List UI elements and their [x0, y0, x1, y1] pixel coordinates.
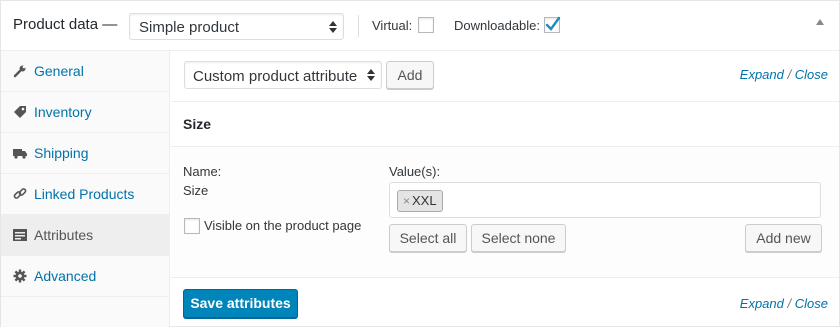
value-chip: × XXL — [397, 190, 443, 212]
value-chip-label: XXL — [412, 193, 437, 208]
visible-on-page-label: Visible on the product page — [204, 218, 362, 233]
tab-inventory-label: Inventory — [34, 104, 92, 120]
tab-attributes-label: Attributes — [34, 227, 94, 243]
panel-title: Product data — — [13, 16, 118, 33]
tab-general-label: General — [34, 63, 84, 79]
checkmark-icon — [545, 16, 561, 31]
add-new-value-button[interactable]: Add new — [745, 224, 822, 252]
attribute-footer: Save attributes Expand / Close — [171, 278, 839, 327]
name-value: Size — [183, 183, 209, 198]
virtual-checkbox[interactable] — [418, 17, 434, 33]
select-arrows-icon — [367, 69, 375, 81]
tab-attributes[interactable]: Attributes — [1, 215, 170, 256]
link-separator: / — [787, 296, 792, 311]
tab-linked-products[interactable]: Linked Products — [1, 174, 170, 215]
close-all-link[interactable]: Close — [795, 67, 828, 82]
add-attribute-button[interactable]: Add — [386, 61, 434, 89]
attribute-toolbar: Custom product attribute Add Expand / Cl… — [171, 51, 839, 102]
product-type-value: Simple product — [139, 19, 240, 36]
tab-general[interactable]: General — [1, 51, 170, 92]
tab-linked-products-label: Linked Products — [34, 186, 135, 202]
tag-icon — [14, 106, 26, 118]
expand-close-links-bottom: Expand / Close — [740, 296, 828, 311]
product-data-tabs: General Inventory Shipping Linked Produc… — [1, 51, 170, 327]
save-attributes-button[interactable]: Save attributes — [183, 289, 298, 318]
tab-advanced[interactable]: Advanced — [1, 256, 170, 297]
attribute-body: Name: Size Visible on the product page V… — [171, 147, 839, 278]
expand-close-links-top: Expand / Close — [740, 67, 828, 82]
attribute-header[interactable]: Size — [171, 102, 839, 147]
tab-advanced-label: Advanced — [34, 268, 97, 284]
product-data-panel: Product data — Simple product Virtual: D… — [0, 0, 840, 327]
link-separator: / — [787, 67, 792, 82]
attribute-taxonomy-value: Custom product attribute — [193, 68, 358, 85]
header-divider — [358, 15, 359, 37]
expand-all-link[interactable]: Expand — [740, 67, 784, 82]
select-arrows-icon — [329, 20, 337, 33]
visible-on-page-checkbox[interactable] — [184, 218, 200, 234]
name-label: Name: — [183, 164, 222, 179]
product-type-select[interactable]: Simple product — [129, 13, 344, 40]
panel-header: Product data — Simple product Virtual: D… — [1, 1, 839, 51]
select-all-button[interactable]: Select all — [389, 224, 467, 252]
collapse-toggle-icon[interactable] — [816, 19, 824, 25]
values-label: Value(s): — [389, 164, 441, 179]
wrench-icon — [13, 65, 26, 78]
expand-all-link[interactable]: Expand — [740, 296, 784, 311]
tab-shipping-label: Shipping — [34, 145, 89, 161]
close-all-link[interactable]: Close — [795, 296, 828, 311]
virtual-label: Virtual: — [372, 18, 413, 33]
link-icon — [13, 188, 27, 199]
values-multiselect[interactable]: × XXL — [389, 182, 821, 218]
attribute-name-heading: Size — [183, 116, 212, 132]
gear-icon — [13, 269, 27, 283]
attribute-taxonomy-select[interactable]: Custom product attribute — [184, 61, 382, 89]
tab-inventory[interactable]: Inventory — [1, 92, 170, 133]
truck-icon — [13, 149, 27, 159]
chip-remove-icon[interactable]: × — [403, 194, 410, 208]
select-none-button[interactable]: Select none — [471, 224, 566, 252]
list-icon — [13, 229, 27, 241]
downloadable-checkbox[interactable] — [544, 16, 561, 33]
tab-shipping[interactable]: Shipping — [1, 133, 170, 174]
downloadable-label: Downloadable: — [454, 18, 541, 33]
